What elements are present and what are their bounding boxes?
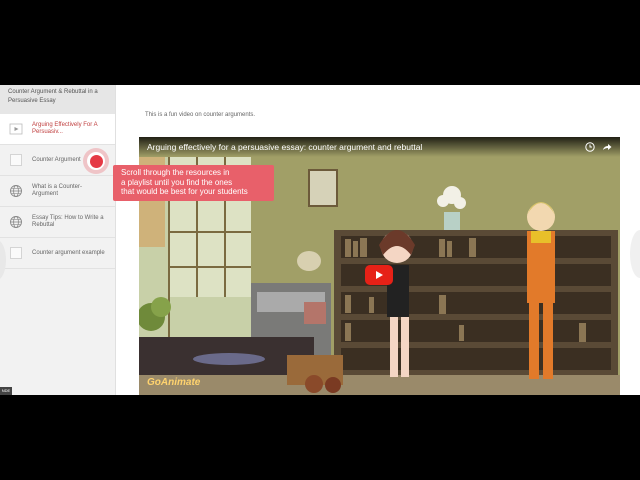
playlist-item-label: Counter argument example	[32, 249, 105, 256]
play-icon	[376, 271, 383, 279]
record-indicator-icon	[83, 148, 109, 174]
video-icon	[9, 122, 23, 136]
playlist-item-label: Arguing Effectively For A Persuasiv...	[32, 122, 98, 135]
video-watermark: GoAnimate	[147, 377, 201, 388]
document-icon	[9, 246, 23, 260]
globe-icon	[9, 184, 23, 198]
playlist-item-what-is-counter-argument[interactable]: What is a Counter-Argument	[0, 176, 115, 207]
scroll-right-handle[interactable]	[630, 230, 640, 278]
playlist-item-counter-argument-example[interactable]: Counter argument example	[0, 238, 115, 269]
play-button[interactable]	[365, 265, 393, 285]
callout-line: a playlist until you find the ones	[121, 177, 233, 187]
edge-tag: NDE	[0, 387, 12, 395]
clock-icon[interactable]	[585, 142, 595, 152]
video-actions	[585, 142, 612, 152]
playlist-item-arguing-effectively[interactable]: Arguing Effectively For A Persuasiv...	[0, 114, 115, 145]
playlist-item-counter-argument[interactable]: Counter Argument	[0, 145, 115, 176]
playlist-item-essay-tips[interactable]: Essay Tips: How to Write a Rebuttal	[0, 207, 115, 238]
callout-line: that would be best for your students	[121, 187, 248, 196]
resource-description: This is a fun video on counter arguments…	[145, 112, 256, 118]
app-frame: Counter Argument & Rebuttal in a Persuas…	[0, 85, 640, 395]
video-title-text: Arguing effectively for a persuasive ess…	[147, 142, 423, 152]
globe-icon	[9, 215, 23, 229]
playlist-title: Counter Argument & Rebuttal in a Persuas…	[0, 85, 115, 114]
video-title: Arguing effectively for a persuasive ess…	[139, 137, 620, 157]
document-icon	[9, 153, 23, 167]
share-icon[interactable]	[602, 142, 612, 152]
playlist-item-label: What is a Counter-Argument	[32, 184, 83, 197]
playlist-item-label: Essay Tips: How to Write a Rebuttal	[32, 215, 104, 228]
callout-line: Scroll through the resources in	[121, 168, 230, 177]
playlist-sidebar: Counter Argument & Rebuttal in a Persuas…	[0, 85, 116, 395]
instruction-callout: Scroll through the resources in a playli…	[113, 165, 274, 201]
